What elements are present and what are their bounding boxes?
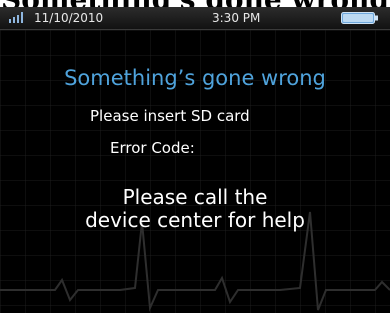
status-date: 11/10/2010 [34,11,104,25]
help-line-1: Please call the [122,185,268,209]
error-message: Please insert SD card [90,107,250,125]
battery-icon [341,12,378,24]
status-bar: 11/10/2010 3:30 PM [0,7,390,30]
device-screen: 11/10/2010 3:30 PM Something’s gone wron… [0,7,390,313]
error-code-label: Error Code: [110,139,195,157]
help-message: Please call the device center for help [0,186,390,232]
error-title: Something’s gone wrong [64,66,326,90]
signal-strength-icon [9,12,23,23]
status-time: 3:30 PM [212,11,261,25]
help-line-2: device center for help [85,208,305,232]
page-root: Something's gone wrong 11/10/2010 3:30 P… [0,0,390,313]
